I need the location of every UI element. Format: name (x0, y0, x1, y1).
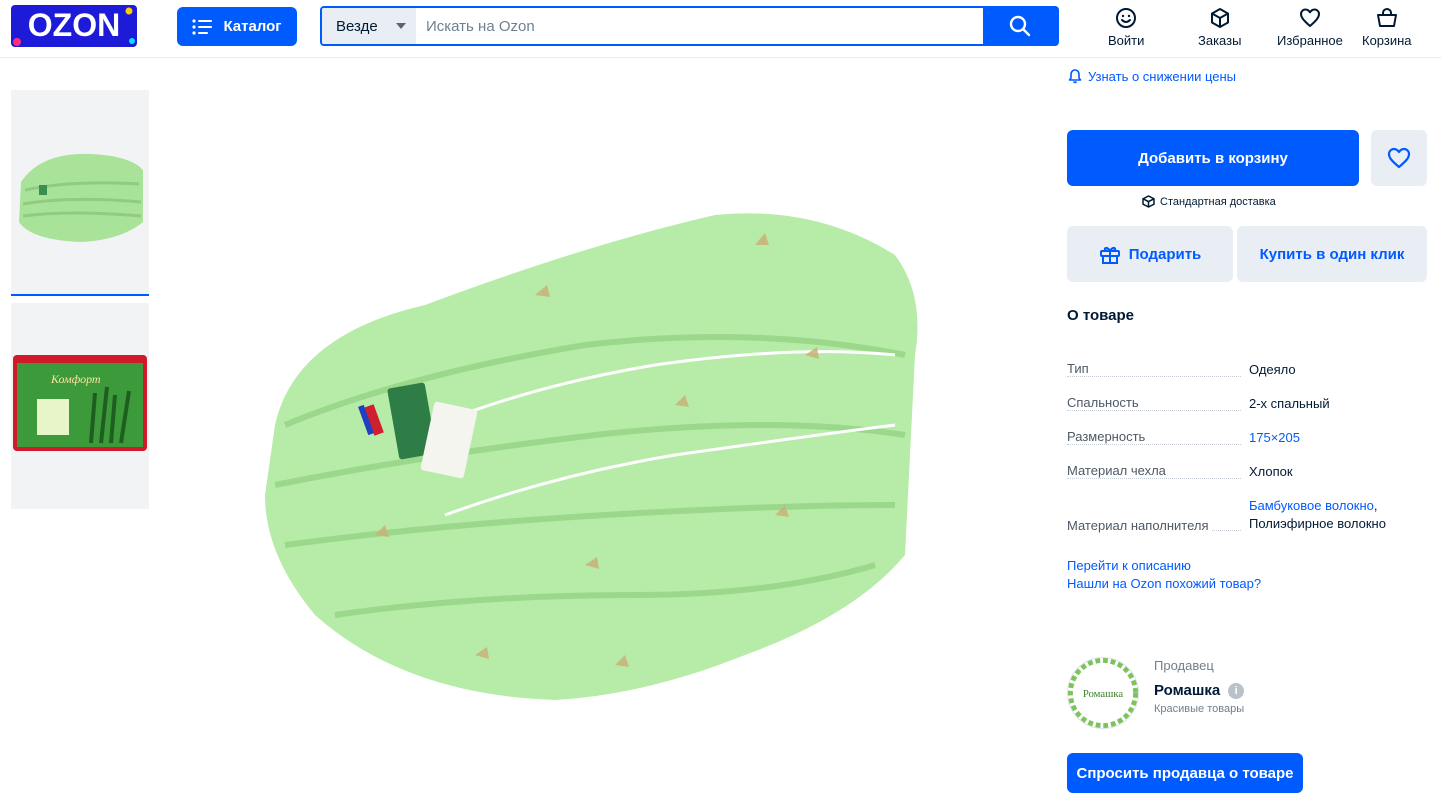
price-drop-alert-label: Узнать о снижении цены (1088, 69, 1237, 84)
found-similar-link[interactable]: Нашли на Ozon похожий товар? (1067, 575, 1261, 593)
nav-favorites[interactable]: Избранное (1277, 6, 1343, 48)
gift-icon (1099, 246, 1120, 264)
chevron-down-icon (396, 23, 406, 29)
about-product-title: О товаре (1067, 307, 1135, 324)
gift-label: Подарить (1128, 245, 1202, 263)
spec-row: Материал чехла Хлопок (1067, 463, 1427, 481)
seller-logo[interactable]: Ромашка (1067, 657, 1139, 729)
search-button[interactable] (983, 8, 1057, 44)
spec-key: Материал чехла (1067, 463, 1168, 478)
buy-one-click-button[interactable]: Купить в один клик (1237, 226, 1427, 282)
spec-value-link[interactable]: Бамбуковое волокно (1249, 498, 1374, 513)
search-bar: Везде (320, 6, 1059, 46)
top-header: OZON Каталог Везде Войти (0, 0, 1441, 58)
nav-orders-label: Заказы (1198, 33, 1242, 48)
nav-orders[interactable]: Заказы (1198, 6, 1241, 48)
nav-cart-label: Корзина (1362, 33, 1412, 48)
thumbnail-1[interactable] (11, 90, 149, 296)
user-icon (1116, 8, 1137, 28)
nav-favorites-label: Избранное (1277, 33, 1343, 48)
price-drop-alert-link[interactable]: Узнать о снижении цены (1068, 69, 1236, 84)
product-main-image[interactable] (255, 95, 935, 785)
seller-name[interactable]: Ромашка i (1154, 682, 1245, 699)
search-scope-label: Везде (336, 17, 378, 35)
seller-subtitle: Красивые товары (1154, 703, 1245, 715)
buy-one-click-label: Купить в один клик (1259, 245, 1405, 263)
add-to-cart-label: Добавить в корзину (1138, 149, 1288, 167)
heart-icon (1387, 147, 1411, 169)
menu-icon (192, 18, 213, 35)
add-to-favorites-button[interactable] (1371, 130, 1427, 186)
spec-value: 2-х спальный (1249, 396, 1330, 411)
gift-button[interactable]: Подарить (1067, 226, 1233, 282)
box-icon (1210, 8, 1229, 28)
basket-icon (1376, 7, 1397, 27)
package-thumbnail-image: Комфорт (13, 355, 147, 451)
catalog-button[interactable]: Каталог (177, 7, 297, 46)
nav-login-label: Войти (1108, 33, 1145, 48)
seller-logo-image: Ромашка (1068, 658, 1138, 728)
ask-seller-button[interactable]: Спросить продавца о товаре (1067, 753, 1303, 793)
seller-logo-text: Ромашка (1083, 688, 1124, 700)
search-input[interactable] (416, 8, 983, 44)
thumbnail-2[interactable]: Комфорт (11, 303, 149, 509)
blanket-image (255, 95, 935, 785)
spec-key: Спальность (1067, 395, 1141, 410)
spec-row: Размерность 175×205 (1067, 429, 1427, 447)
ozon-logo[interactable]: OZON (11, 5, 137, 47)
spec-value: Одеяло (1249, 362, 1296, 377)
spec-value-link[interactable]: 175×205 (1249, 430, 1300, 445)
info-icon[interactable]: i (1228, 682, 1245, 699)
add-to-cart-button[interactable]: Добавить в корзину (1067, 130, 1359, 186)
product-links: Перейти к описанию Нашли на Ozon похожий… (1067, 557, 1261, 593)
logo-text: OZON (28, 7, 120, 43)
delivery-label: Стандартная доставка (1160, 195, 1276, 208)
spec-key: Размерность (1067, 429, 1148, 444)
search-icon (1009, 15, 1031, 37)
box-icon (1142, 195, 1155, 208)
nav-cart[interactable]: Корзина (1362, 6, 1412, 48)
seller-name-label: Ромашка (1154, 682, 1221, 699)
spec-key: Материал наполнителя (1067, 518, 1211, 533)
go-to-description-link[interactable]: Перейти к описанию (1067, 557, 1261, 575)
ask-seller-label: Спросить продавца о товаре (1076, 764, 1294, 782)
seller-caption: Продавец (1154, 658, 1214, 673)
spec-key: Тип (1067, 361, 1091, 376)
blanket-thumbnail-image (19, 153, 143, 242)
bell-icon (1068, 69, 1082, 84)
spec-row: Материал наполнителя Бамбуковое волокно,… (1067, 497, 1427, 533)
spec-value-separator: , (1373, 498, 1378, 513)
spec-value: Полиэфирное волокно (1249, 516, 1386, 531)
search-scope-select[interactable]: Везде (322, 8, 416, 44)
active-thumbnail-indicator (11, 294, 149, 296)
nav-login[interactable]: Войти (1108, 6, 1144, 48)
spec-row: Спальность 2-х спальный (1067, 395, 1427, 413)
catalog-label: Каталог (223, 18, 282, 35)
heart-icon (1299, 8, 1320, 27)
delivery-info: Стандартная доставка (1142, 195, 1276, 208)
spec-value: Хлопок (1249, 464, 1293, 479)
spec-row: Тип Одеяло (1067, 361, 1427, 379)
package-label: Комфорт (50, 372, 101, 386)
